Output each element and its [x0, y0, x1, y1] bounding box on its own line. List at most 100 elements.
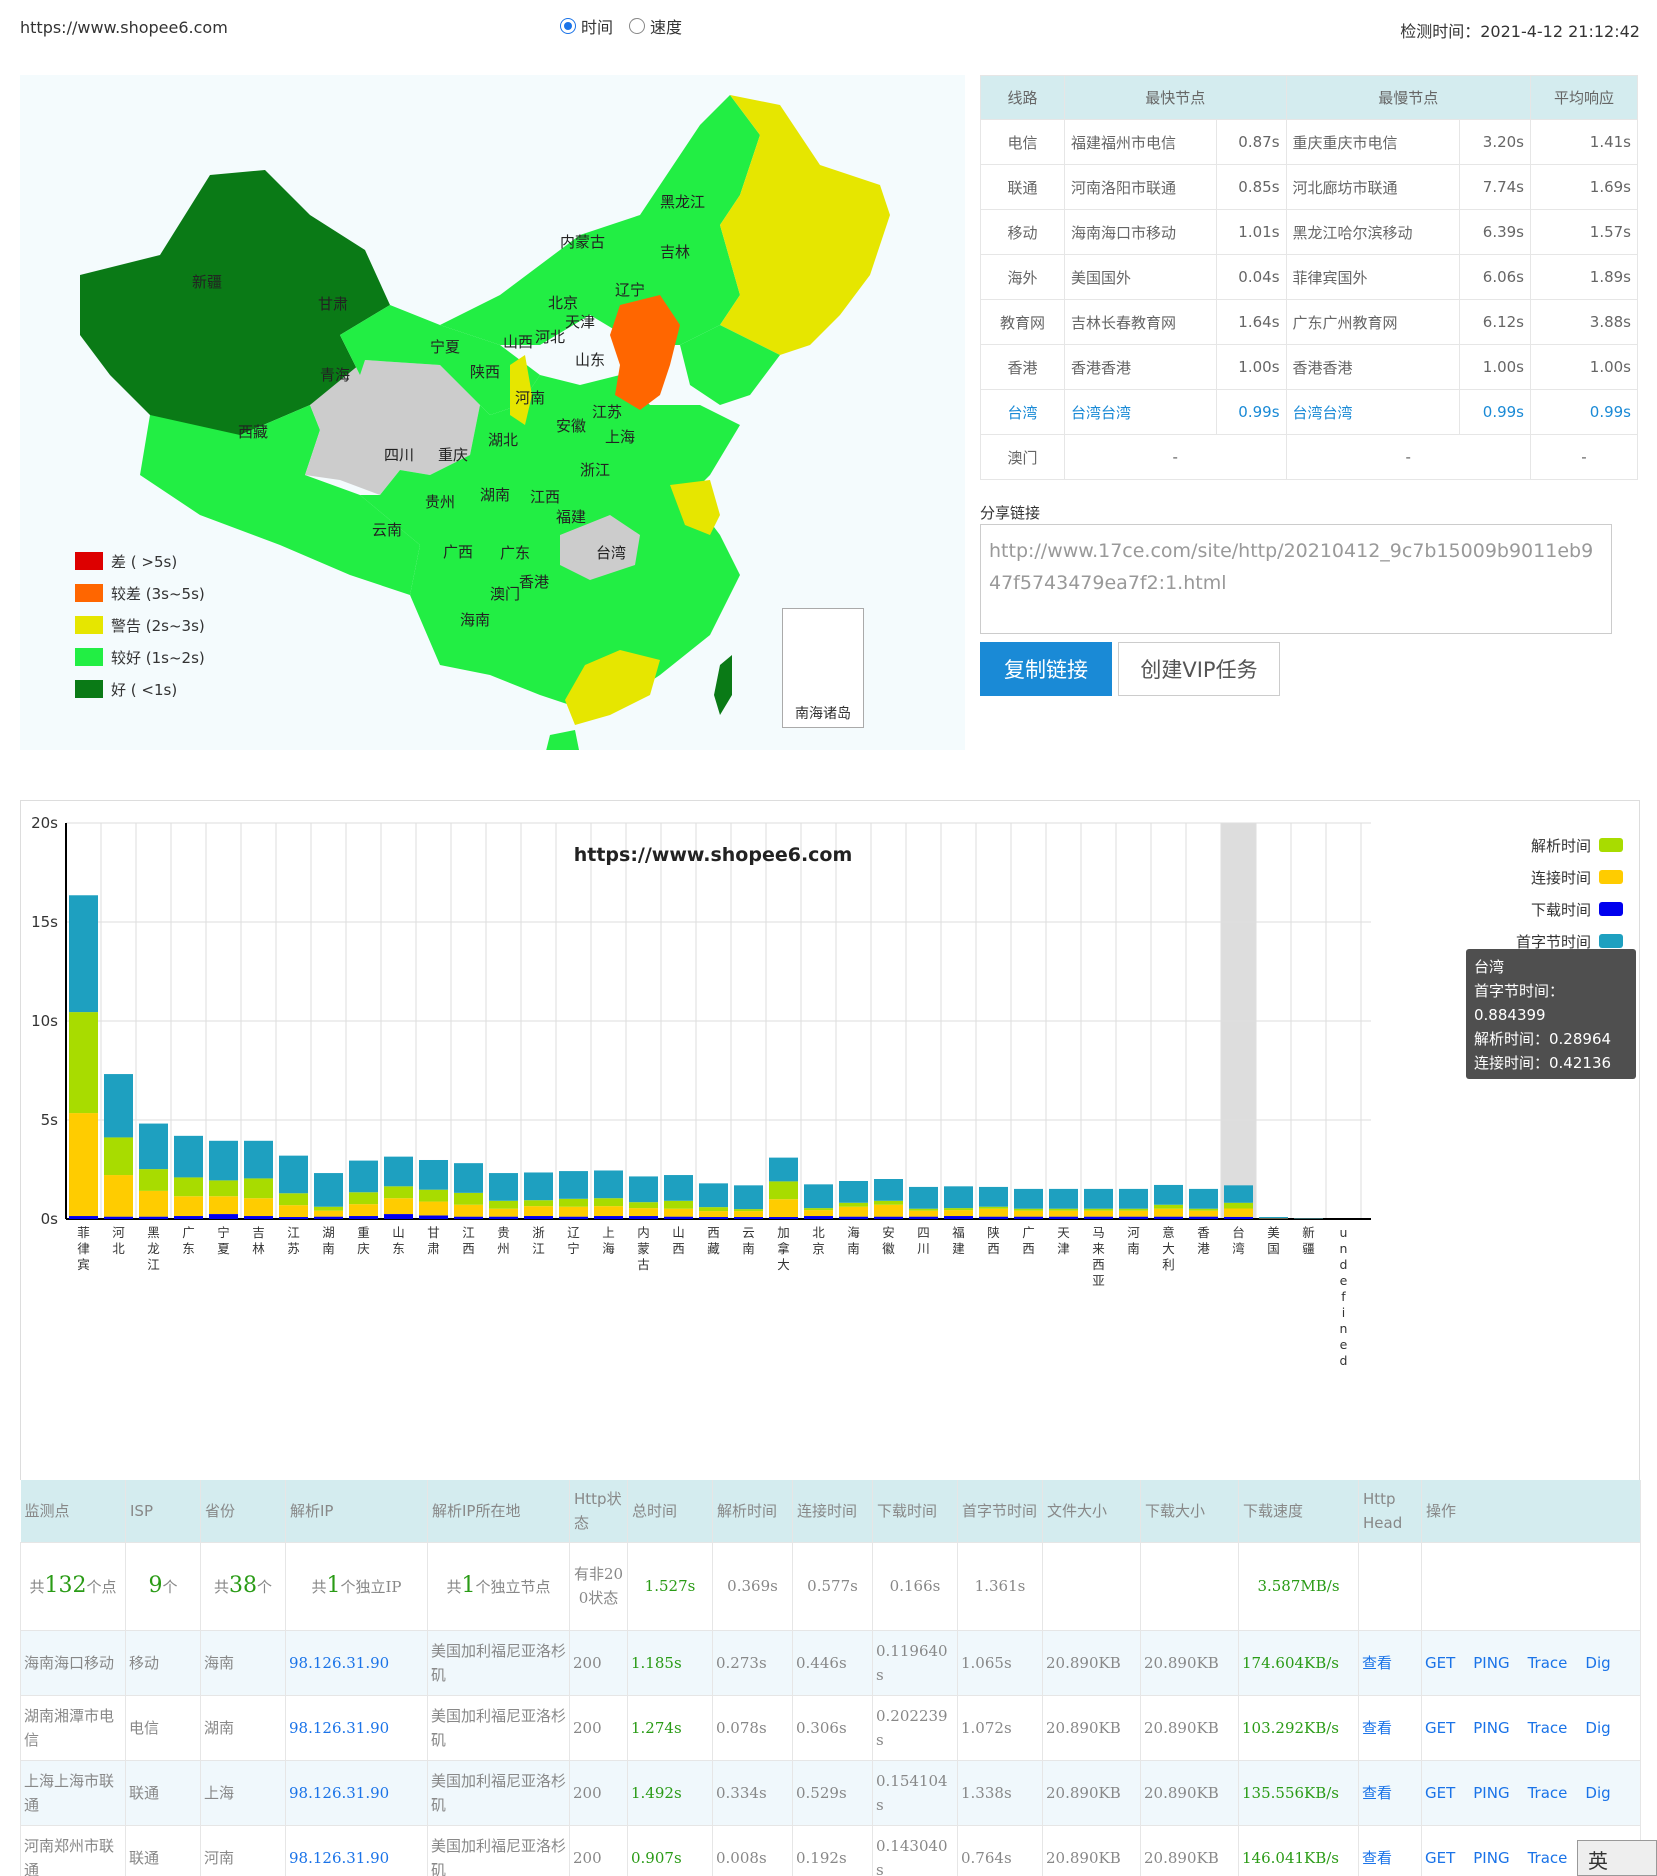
bar-segment[interactable] [979, 1206, 1008, 1209]
bar-segment[interactable] [69, 1012, 98, 1114]
op-link-ping[interactable]: PING [1473, 1719, 1509, 1737]
bar-segment[interactable] [979, 1208, 1008, 1217]
bar-segment[interactable] [909, 1216, 938, 1219]
bar-segment[interactable] [664, 1175, 693, 1201]
bar-segment[interactable] [384, 1186, 413, 1199]
bar-segment[interactable] [1084, 1216, 1113, 1219]
op-link-get[interactable]: GET [1425, 1719, 1455, 1737]
bar-segment[interactable] [839, 1180, 868, 1203]
bar-segment[interactable] [699, 1217, 728, 1219]
op-link-trace[interactable]: Trace [1528, 1784, 1568, 1802]
op-link-get[interactable]: GET [1425, 1654, 1455, 1672]
bar-segment[interactable] [944, 1186, 973, 1209]
bar-segment[interactable] [1259, 1217, 1288, 1219]
bar-segment[interactable] [559, 1198, 588, 1207]
bar-segment[interactable] [944, 1216, 973, 1219]
bar-segment[interactable] [1014, 1188, 1043, 1209]
copy-link-button[interactable]: 复制链接 [980, 642, 1112, 696]
view-head-link[interactable]: 查看 [1362, 1719, 1392, 1737]
bar-segment[interactable] [1049, 1210, 1078, 1217]
bar-segment[interactable] [769, 1157, 798, 1182]
bar-segment[interactable] [524, 1200, 553, 1207]
bar-segment[interactable] [734, 1209, 763, 1212]
op-link-ping[interactable]: PING [1473, 1784, 1509, 1802]
bar-segment[interactable] [454, 1192, 483, 1205]
bar-segment[interactable] [279, 1205, 308, 1218]
bar-segment[interactable] [349, 1160, 378, 1193]
op-link-dig[interactable]: Dig [1585, 1719, 1610, 1737]
bar-segment[interactable] [1119, 1216, 1148, 1219]
bar-segment[interactable] [1014, 1208, 1043, 1211]
bar-segment[interactable] [69, 895, 98, 1013]
op-link-ping[interactable]: PING [1473, 1654, 1509, 1672]
op-link-dig[interactable]: Dig [1585, 1784, 1610, 1802]
bar-segment[interactable] [1084, 1188, 1113, 1209]
bar-segment[interactable] [909, 1210, 938, 1217]
bar-segment[interactable] [804, 1210, 833, 1217]
bar-segment[interactable] [979, 1186, 1008, 1207]
bar-segment[interactable] [559, 1206, 588, 1217]
view-head-link[interactable]: 查看 [1362, 1849, 1392, 1867]
op-link-dig[interactable]: Dig [1585, 1654, 1610, 1672]
share-link-field[interactable] [980, 524, 1612, 634]
bar-segment[interactable] [769, 1199, 798, 1218]
bar-segment[interactable] [804, 1216, 833, 1219]
bar-segment[interactable] [804, 1208, 833, 1211]
bar-segment[interactable] [979, 1216, 1008, 1219]
bar-segment[interactable] [1189, 1208, 1218, 1211]
bar-segment[interactable] [454, 1204, 483, 1217]
bar-segment[interactable] [944, 1210, 973, 1217]
bar-segment[interactable] [839, 1216, 868, 1219]
op-link-get[interactable]: GET [1425, 1849, 1455, 1867]
bar-segment[interactable] [874, 1200, 903, 1205]
bar-segment[interactable] [559, 1216, 588, 1219]
bar-segment[interactable] [104, 1216, 133, 1219]
op-link-trace[interactable]: Trace [1528, 1719, 1568, 1737]
bar-segment[interactable] [419, 1189, 448, 1202]
bar-segment[interactable] [244, 1140, 273, 1179]
bar-segment[interactable] [139, 1169, 168, 1191]
view-head-link[interactable]: 查看 [1362, 1654, 1392, 1672]
bar-segment[interactable] [69, 1216, 98, 1219]
region-taiwan[interactable] [714, 655, 732, 715]
bar-segment[interactable] [524, 1216, 553, 1219]
bar-segment[interactable] [139, 1190, 168, 1217]
bar-segment[interactable] [524, 1172, 553, 1201]
bar-segment[interactable] [1014, 1216, 1043, 1219]
bar-segment[interactable] [314, 1210, 343, 1217]
bar-segment[interactable] [489, 1216, 518, 1219]
bar-segment[interactable] [664, 1208, 693, 1217]
bar-segment[interactable] [174, 1135, 203, 1178]
bar-segment[interactable] [104, 1137, 133, 1176]
bar-segment[interactable] [384, 1214, 413, 1219]
chart-legend-swatch[interactable] [1599, 902, 1623, 916]
bar-segment[interactable] [874, 1204, 903, 1217]
bar-segment[interactable] [244, 1178, 273, 1199]
bar-segment[interactable] [454, 1216, 483, 1219]
bar-segment[interactable] [1224, 1185, 1253, 1203]
bar-segment[interactable] [1154, 1204, 1183, 1209]
bar-segment[interactable] [139, 1216, 168, 1219]
bar-segment[interactable] [174, 1177, 203, 1197]
bar-segment[interactable] [1154, 1208, 1183, 1217]
bar-segment[interactable] [244, 1216, 273, 1219]
bar-segment[interactable] [489, 1200, 518, 1209]
bar-segment[interactable] [839, 1202, 868, 1207]
bar-segment[interactable] [1224, 1216, 1253, 1219]
bar-segment[interactable] [209, 1140, 238, 1181]
bar-segment[interactable] [629, 1208, 658, 1217]
region-neimenggu[interactable] [440, 95, 760, 345]
op-link-trace[interactable]: Trace [1528, 1654, 1568, 1672]
bar-segment[interactable] [1084, 1210, 1113, 1217]
bar-segment[interactable] [629, 1176, 658, 1203]
bar-segment[interactable] [699, 1207, 728, 1212]
bar-segment[interactable] [174, 1196, 203, 1217]
bar-segment[interactable] [279, 1193, 308, 1206]
bar-segment[interactable] [1189, 1216, 1218, 1219]
bar-segment[interactable] [629, 1216, 658, 1219]
bar-segment[interactable] [419, 1201, 448, 1216]
bar-segment[interactable] [1014, 1210, 1043, 1217]
op-link-ping[interactable]: PING [1473, 1849, 1509, 1867]
bar-segment[interactable] [1224, 1202, 1253, 1209]
bar-segment[interactable] [594, 1198, 623, 1207]
